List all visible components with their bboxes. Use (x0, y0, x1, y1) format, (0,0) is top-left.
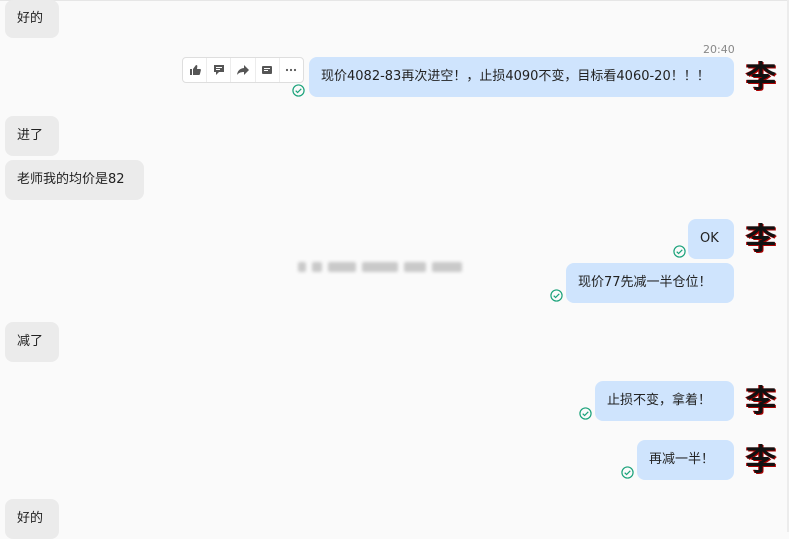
read-check-icon (621, 466, 634, 479)
message-action-toolbar (182, 57, 304, 83)
avatar[interactable]: 李 (743, 378, 779, 419)
avatar[interactable]: 李 (743, 54, 779, 95)
message-bubble-incoming[interactable]: 好的 (5, 0, 59, 38)
forward-icon (237, 65, 249, 75)
comment-icon (213, 65, 224, 75)
like-button[interactable] (183, 58, 208, 82)
message-bubble-outgoing[interactable]: OK (688, 219, 734, 259)
message-text: 止损不变，拿着！ (607, 393, 712, 408)
message-text: 减了 (17, 334, 44, 349)
top-divider (0, 0, 789, 1)
more-button[interactable] (280, 58, 303, 82)
message-bubble-incoming[interactable]: 减了 (5, 322, 59, 362)
read-check-icon (292, 84, 305, 97)
thumbs-up-icon (189, 65, 201, 75)
message-text: 现价77先减一半仓位！ (578, 275, 712, 290)
blurred-overlay-text (298, 258, 488, 276)
message-bubble-outgoing[interactable]: 现价77先减一半仓位！ (566, 263, 734, 303)
avatar[interactable]: 李 (743, 437, 779, 478)
message-text: 老师我的均价是82 (17, 172, 125, 187)
message-bubble-outgoing[interactable]: 再减一半！ (637, 440, 734, 480)
avatar[interactable]: 李 (743, 216, 779, 257)
message-bubble-incoming[interactable]: 老师我的均价是82 (5, 160, 144, 200)
message-text: 现价4082-83再次进空！，止损4090不变，目标看4060-20！！！ (321, 69, 710, 84)
message-bubble-outgoing[interactable]: 现价4082-83再次进空！，止损4090不变，目标看4060-20！！！ (309, 57, 734, 97)
more-icon (286, 68, 297, 72)
message-text: 好的 (17, 11, 44, 26)
quote-icon (262, 66, 273, 74)
forward-button[interactable] (231, 58, 256, 82)
read-check-icon (673, 245, 686, 258)
comment-button[interactable] (207, 58, 232, 82)
message-bubble-outgoing[interactable]: 止损不变，拿着！ (595, 381, 734, 421)
message-timestamp: 20:40 (703, 43, 735, 56)
quote-button[interactable] (256, 58, 280, 82)
read-check-icon (579, 407, 592, 420)
message-text: 再减一半！ (649, 452, 715, 467)
read-check-icon (550, 289, 563, 302)
message-text: OK (700, 231, 719, 246)
message-text: 好的 (17, 511, 44, 526)
message-bubble-incoming[interactable]: 进了 (5, 116, 59, 156)
message-text: 进了 (17, 128, 44, 143)
message-bubble-incoming[interactable]: 好的 (5, 499, 59, 539)
